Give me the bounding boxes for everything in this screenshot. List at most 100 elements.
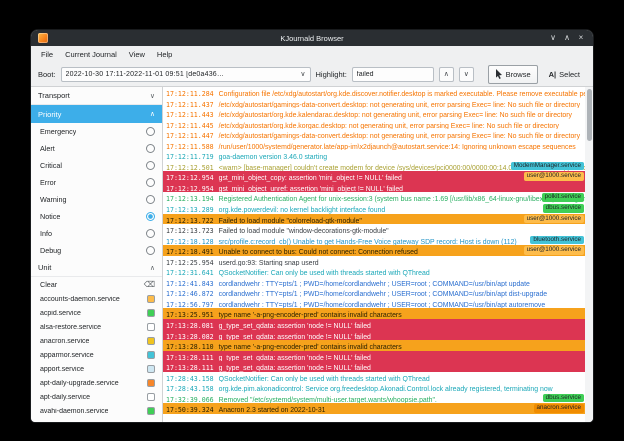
radio-button[interactable] xyxy=(146,144,155,153)
radio-button[interactable] xyxy=(146,127,155,136)
log-row[interactable]: 17:13:28.111g_type_set_qdata: assertion … xyxy=(163,351,585,362)
log-row[interactable]: 17:12:31.641QSocketNotifier: Can only be… xyxy=(163,266,585,277)
log-row[interactable]: 17:32:39.066Removed "/etc/systemd/system… xyxy=(163,393,585,404)
unit-item[interactable]: avahi-daemon.service xyxy=(31,404,162,418)
unit-color-checkbox[interactable] xyxy=(147,295,155,303)
radio-button[interactable] xyxy=(146,229,155,238)
unit-badge: polkit.service xyxy=(542,193,584,202)
unit-item[interactable]: anacron.service xyxy=(31,334,162,348)
close-icon[interactable]: × xyxy=(575,32,587,44)
radio-button[interactable] xyxy=(146,195,155,204)
unit-color-checkbox[interactable] xyxy=(147,379,155,387)
priority-option-emergency[interactable]: Emergency xyxy=(31,123,162,140)
section-unit[interactable]: Unit ∧ xyxy=(31,259,162,277)
unit-item[interactable]: acpid.service xyxy=(31,306,162,320)
unit-item[interactable]: apt-daily.service xyxy=(31,390,162,404)
unit-item[interactable]: apt-daily-upgrade.service xyxy=(31,376,162,390)
unit-item[interactable]: accounts-daemon.service xyxy=(31,292,162,306)
priority-option-warning[interactable]: Warning xyxy=(31,191,162,208)
clear-units-button[interactable]: Clear ⌫ xyxy=(31,277,162,292)
priority-option-error[interactable]: Error xyxy=(31,174,162,191)
menu-item-help[interactable]: Help xyxy=(151,50,178,59)
unit-color-checkbox[interactable] xyxy=(147,323,155,331)
minimize-icon[interactable]: ∨ xyxy=(547,32,559,44)
unit-color-checkbox[interactable] xyxy=(147,393,155,401)
scrollbar-handle[interactable] xyxy=(587,89,592,141)
unit-item[interactable]: apport.service xyxy=(31,362,162,376)
select-button[interactable]: A| Select xyxy=(543,66,586,83)
chevron-up-icon: ∧ xyxy=(150,110,155,118)
log-row[interactable]: 17:12:12.501<warn> [base-manager] couldn… xyxy=(163,161,585,172)
priority-option-debug[interactable]: Debug xyxy=(31,242,162,259)
unit-badge: user@1000.service xyxy=(524,215,584,224)
unit-color-checkbox[interactable] xyxy=(147,309,155,317)
log-row[interactable]: 17:28:43.158org.kde.pim.akonadicontrol: … xyxy=(163,382,585,393)
log-row[interactable]: 17:12:11.443/etc/xdg/autostart/org.kde.k… xyxy=(163,108,585,119)
log-row[interactable]: 17:12:13.289org.kde.powerdevil: no kerne… xyxy=(163,203,585,214)
menu-item-file[interactable]: File xyxy=(35,50,59,59)
log-row[interactable]: 17:12:18.491Unable to connect to bus: Co… xyxy=(163,245,585,256)
find-next-button[interactable]: ∨ xyxy=(459,67,474,82)
unit-color-checkbox[interactable] xyxy=(147,365,155,373)
unit-color-checkbox[interactable] xyxy=(147,351,155,359)
unit-item[interactable]: alsa-restore.service xyxy=(31,320,162,334)
log-row[interactable]: 17:12:11.588/run/user/1000/systemd/gener… xyxy=(163,140,585,151)
browse-button[interactable]: Browse xyxy=(488,65,538,84)
priority-option-info[interactable]: Info xyxy=(31,225,162,242)
priority-option-alert[interactable]: Alert xyxy=(31,140,162,157)
log-timestamp: 17:12:11.284 xyxy=(166,90,214,98)
unit-item[interactable]: apparmor.service xyxy=(31,348,162,362)
section-transport[interactable]: Transport ∨ xyxy=(31,87,162,105)
log-row[interactable]: 17:12:25.954userd.go:93: Starting snap u… xyxy=(163,256,585,267)
log-row[interactable]: 17:12:11.445/etc/xdg/autostart/org.kde.k… xyxy=(163,119,585,130)
unit-color-checkbox[interactable] xyxy=(147,407,155,415)
find-previous-button[interactable]: ∧ xyxy=(439,67,454,82)
priority-option-critical[interactable]: Critical xyxy=(31,157,162,174)
log-timestamp: 17:13:28.110 xyxy=(166,343,214,351)
log-row[interactable]: 17:12:13.723Failed to load module "windo… xyxy=(163,224,585,235)
boot-combobox[interactable]: 2022-10-30 17:11-2022-11-01 09:51 [de0a4… xyxy=(61,67,311,82)
maximize-icon[interactable]: ∧ xyxy=(561,32,573,44)
log-row[interactable]: 17:12:11.437/etc/xdg/autostart/gamings-d… xyxy=(163,98,585,109)
log-timestamp: 17:12:46.872 xyxy=(166,290,214,298)
log-row[interactable]: 17:28:43.158QSocketNotifier: Can only be… xyxy=(163,372,585,383)
log-row[interactable]: 17:12:56.797cordlandwehr : TTY=pts/1 ; P… xyxy=(163,298,585,309)
section-priority[interactable]: Priority ∧ xyxy=(31,105,162,123)
menu-item-view[interactable]: View xyxy=(123,50,151,59)
log-row[interactable]: 17:12:18.128src/profile.c:record_cb() Un… xyxy=(163,235,585,246)
log-timestamp: 17:28:43.158 xyxy=(166,385,214,393)
priority-section-label: Priority xyxy=(38,110,61,119)
log-row[interactable]: 17:50:39.324Anacron 2.3 started on 2022-… xyxy=(163,403,585,414)
log-row[interactable]: 17:13:25.951type name '-a-png-encoder-pr… xyxy=(163,308,585,319)
log-row[interactable]: 17:12:13.194Registered Authentication Ag… xyxy=(163,192,585,203)
log-row[interactable]: 17:12:41.843cordlandwehr : TTY=pts/1 ; P… xyxy=(163,277,585,288)
radio-button[interactable] xyxy=(146,246,155,255)
log-row[interactable]: 17:12:11.284Configuration file /etc/xdg/… xyxy=(163,87,585,98)
scrollbar[interactable] xyxy=(585,87,593,422)
log-row[interactable]: 17:12:11.719goa-daemon version 3.46.0 st… xyxy=(163,150,585,161)
radio-button[interactable] xyxy=(146,161,155,170)
highlight-input[interactable] xyxy=(352,67,434,82)
log-timestamp: 17:12:11.588 xyxy=(166,143,214,151)
unit-color-checkbox[interactable] xyxy=(147,337,155,345)
log-row[interactable]: 17:12:46.872cordlandwehr : TTY=pts/1 ; P… xyxy=(163,287,585,298)
sidebar: Transport ∨ Priority ∧ Emergency Alert Cri… xyxy=(31,87,163,422)
log-view: 17:12:11.284Configuration file /etc/xdg/… xyxy=(163,87,593,422)
log-row[interactable]: 17:12:12.954gst_mini_object_unref: asser… xyxy=(163,182,585,193)
log-row[interactable]: 17:13:28.082g_type_set_qdata: assertion … xyxy=(163,330,585,341)
titlebar[interactable]: KJournald Browser ∨ ∧ × xyxy=(31,30,593,46)
cursor-icon xyxy=(495,69,503,79)
log-timestamp: 17:12:41.843 xyxy=(166,280,214,288)
priority-option-label: Alert xyxy=(40,144,55,153)
radio-button[interactable] xyxy=(146,212,155,221)
priority-option-notice[interactable]: Notice xyxy=(31,208,162,225)
log-row[interactable]: 17:12:12.954gst_mini_object_copy: assert… xyxy=(163,171,585,182)
log-row[interactable]: 17:13:28.081g_type_set_qdata: assertion … xyxy=(163,319,585,330)
radio-button[interactable] xyxy=(146,178,155,187)
log-row[interactable]: 17:13:28.111g_type_set_qdata: assertion … xyxy=(163,361,585,372)
log-row[interactable]: 17:12:13.722Failed to load module "color… xyxy=(163,214,585,225)
log-timestamp: 17:12:25.954 xyxy=(166,259,214,267)
log-row[interactable]: 17:12:11.447/etc/xdg/autostart/gamings-d… xyxy=(163,129,585,140)
menu-item-current-journal[interactable]: Current Journal xyxy=(59,50,123,59)
log-row[interactable]: 17:13:28.110type name '-a-png-encoder-pr… xyxy=(163,340,585,351)
